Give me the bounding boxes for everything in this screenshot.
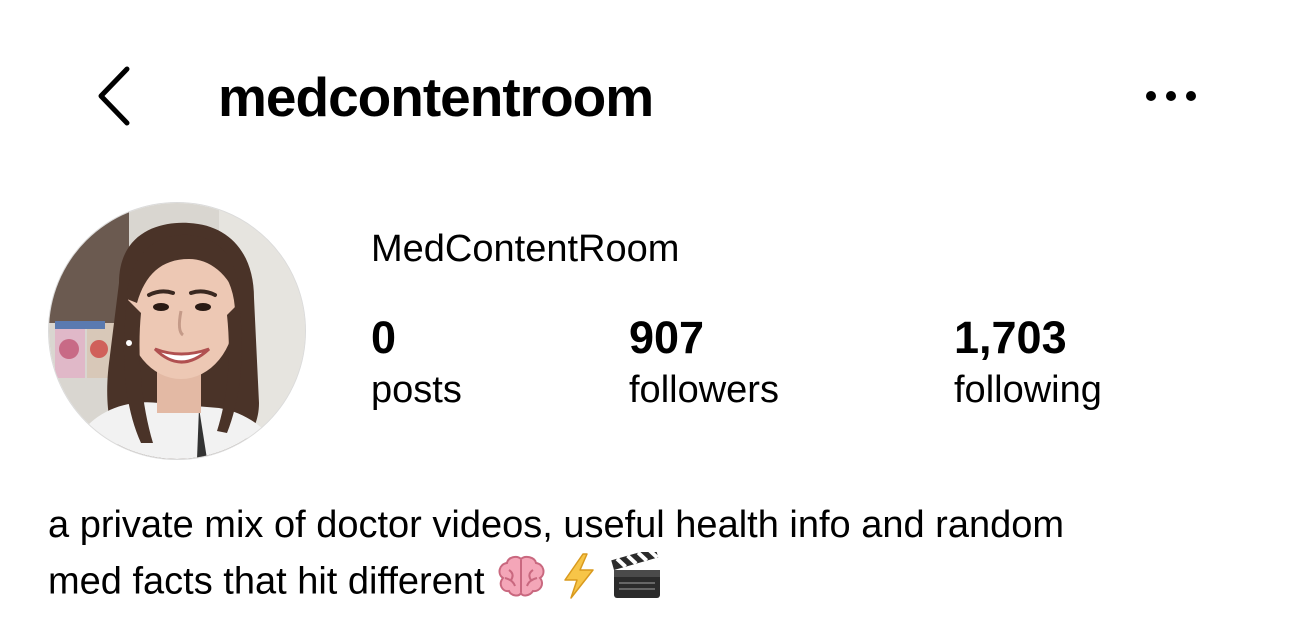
posts-label: posts xyxy=(371,369,462,411)
bio-line-2: med facts that hit different xyxy=(48,560,485,603)
avatar-photo xyxy=(49,203,305,459)
brain-emoji xyxy=(495,554,547,613)
header-username: medcontentroom xyxy=(218,66,654,128)
back-button[interactable] xyxy=(80,58,150,133)
clapperboard-emoji xyxy=(610,547,663,615)
profile-display-name: MedContentRoom xyxy=(371,228,680,270)
bio-line-1: a private mix of doctor videos, useful h… xyxy=(48,504,1065,546)
bio-line-2-wrapper: med facts that hit different xyxy=(48,547,1268,615)
profile-header: medcontentroom xyxy=(0,0,1290,190)
chevron-left-icon xyxy=(98,66,130,125)
followers-label: followers xyxy=(629,369,779,411)
posts-stat[interactable]: 0 posts xyxy=(371,310,462,414)
followers-count: 907 xyxy=(629,312,705,363)
posts-count: 0 xyxy=(371,312,397,363)
bio-emojis xyxy=(495,547,677,615)
more-horizontal-icon xyxy=(1146,91,1196,101)
following-stat[interactable]: 1,703 following xyxy=(954,310,1102,414)
profile-bio: a private mix of doctor videos, useful h… xyxy=(48,498,1268,615)
following-label: following xyxy=(954,369,1102,411)
lightning-emoji xyxy=(561,552,597,615)
profile-avatar[interactable] xyxy=(48,202,306,460)
following-count: 1,703 xyxy=(954,312,1067,363)
followers-stat[interactable]: 907 followers xyxy=(629,310,779,414)
more-options-button[interactable] xyxy=(1136,76,1206,116)
